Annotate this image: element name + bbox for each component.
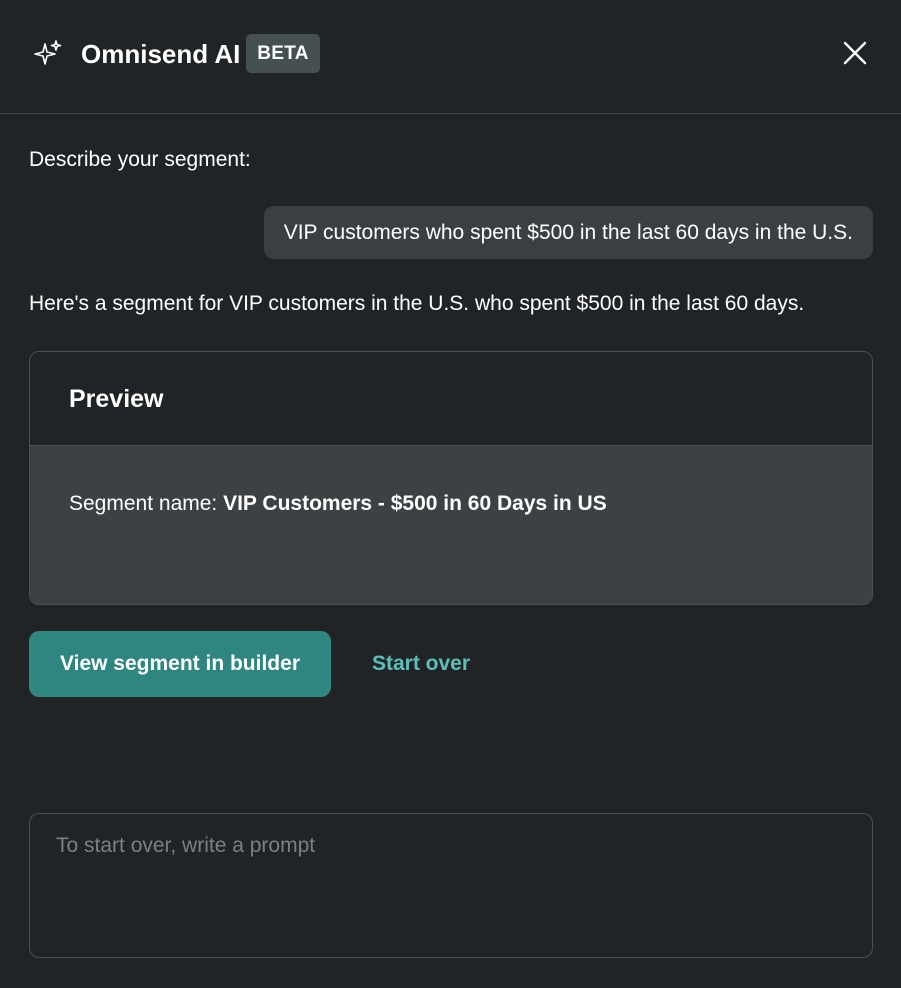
user-message-bubble: VIP customers who spent $500 in the last… — [263, 206, 873, 259]
segment-name-row: Segment name: VIP Customers - $500 in 60… — [69, 490, 607, 518]
segment-name-value: VIP Customers - $500 in 60 Days in US — [223, 492, 607, 515]
preview-title: Preview — [69, 385, 164, 413]
preview-card: Preview Segment name: VIP Customers - $5… — [29, 351, 873, 605]
panel-header: Omnisend AI BETA — [0, 0, 901, 114]
start-over-link[interactable]: Start over — [372, 650, 470, 678]
sparkle-icon — [32, 38, 64, 70]
preview-header: Preview — [30, 352, 872, 446]
segment-name-label: Segment name: — [69, 492, 224, 515]
beta-badge: BETA — [246, 34, 320, 73]
prompt-label: Describe your segment: — [29, 148, 251, 171]
app-title: Omnisend AI — [81, 39, 241, 69]
preview-body: Segment name: VIP Customers - $500 in 60… — [30, 446, 872, 604]
prompt-input[interactable] — [29, 813, 873, 958]
view-segment-button[interactable]: View segment in builder — [29, 631, 331, 697]
ai-segment-panel: Omnisend AI BETA Describe your segment: … — [0, 0, 901, 988]
close-icon — [836, 41, 874, 75]
close-button[interactable] — [836, 34, 874, 72]
ai-response-text: Here's a segment for VIP customers in th… — [29, 292, 805, 315]
